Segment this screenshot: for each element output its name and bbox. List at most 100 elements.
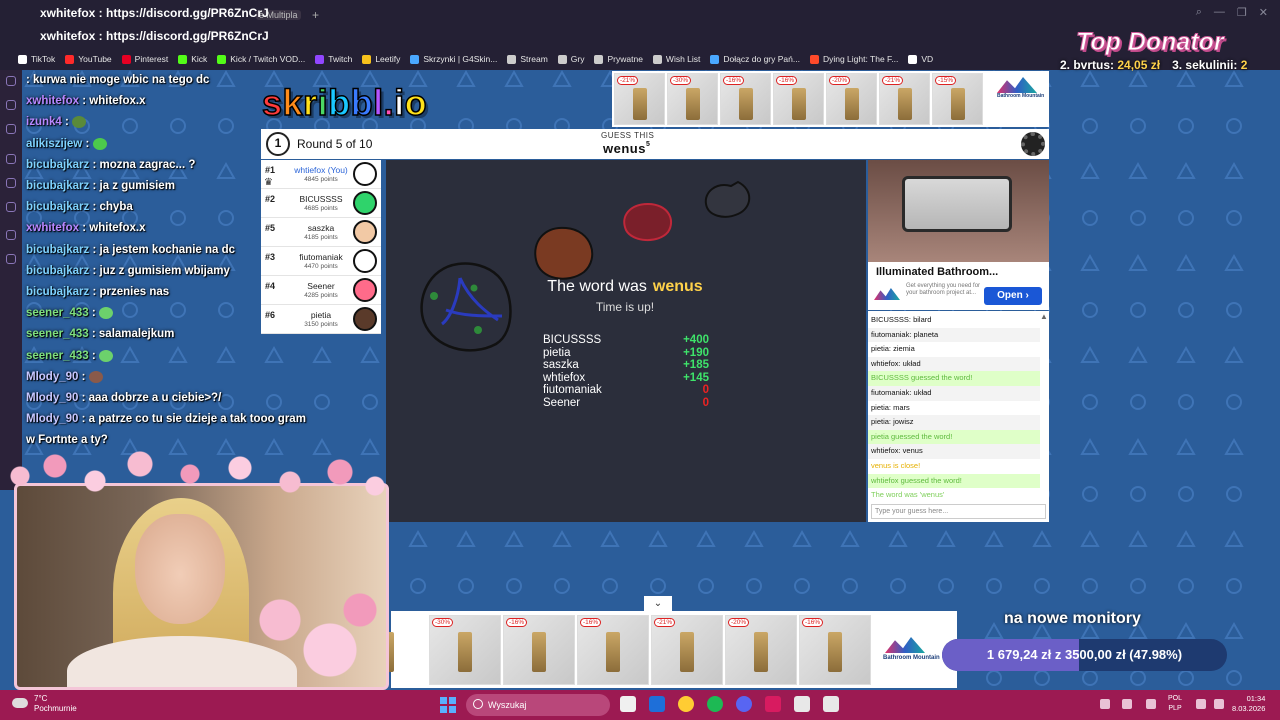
bookmark-item[interactable]: Skrzynki | G4Skin... (410, 54, 497, 64)
taskbar-app-icon[interactable] (794, 696, 810, 712)
bookmark-item[interactable]: Gry (557, 54, 585, 64)
network-tray-icon[interactable] (1122, 699, 1132, 709)
bookmark-item[interactable]: Dying Light: The F... (809, 54, 898, 64)
ad-product-tile[interactable]: -21% (651, 615, 723, 685)
result-row: whtiefox +145 (543, 372, 709, 385)
taskbar-app-icon[interactable] (765, 696, 781, 712)
ad-product-tile[interactable]: -21% (614, 73, 665, 125)
player-avatar-icon (353, 220, 377, 244)
taskbar-app-icon[interactable] (620, 696, 636, 712)
ad-product-tile[interactable]: -30% (429, 615, 501, 685)
chat-username: bicubajkarz (26, 243, 90, 256)
taskbar-app-icon[interactable] (707, 696, 723, 712)
chat-message: bicubajkarz : juz z gumisiem wbijamy (26, 261, 326, 282)
window-control-icon[interactable]: ❐ (1237, 6, 1247, 19)
bookmark-item[interactable]: Prywatne (594, 54, 643, 64)
bookmark-label: Kick / Twitch VOD... (230, 54, 306, 64)
ad-title: Illuminated Bathroom... (876, 266, 999, 278)
ad-product-tile[interactable]: -30% (667, 73, 718, 125)
guess-input[interactable]: Type your guess here... (871, 504, 1046, 519)
weather-widget[interactable]: 7°C Pochmurnie (34, 694, 77, 714)
brand-logo-icon (997, 77, 1037, 93)
sidebar-app-icon[interactable] (6, 230, 16, 240)
chat-message: : kurwa nie moge wbic na tego dc (26, 70, 326, 91)
chat-emote-icon (98, 349, 113, 362)
bookmark-item[interactable]: Pinterest (121, 54, 168, 64)
ad-product-tile[interactable]: -20% (725, 615, 797, 685)
taskbar-clock[interactable]: 01:34 8.03.2026 (1232, 694, 1265, 714)
bookmark-icon (18, 54, 27, 64)
logo-letter: b (327, 81, 351, 124)
sidebar-app-icon[interactable] (6, 100, 16, 110)
discount-badge: -16% (580, 618, 602, 627)
weather-status: Pochmurnie (34, 704, 77, 713)
mic-tray-icon[interactable] (1146, 699, 1156, 709)
sidebar-app-icon[interactable] (6, 124, 16, 134)
scroll-up-icon[interactable]: ▲ (1040, 312, 1048, 321)
ad-product-tile[interactable]: -20% (826, 73, 877, 125)
bookmark-icon (362, 54, 372, 64)
ad-right[interactable]: Illuminated Bathroom... Get everything y… (868, 160, 1049, 310)
bookmark-item[interactable]: Kick / Twitch VOD... (217, 54, 305, 64)
bookmark-label: Gry (570, 54, 585, 64)
donator-entry: 3. sekulinii: 2 (1172, 58, 1247, 72)
guess-chat-message: BICUSSSS: bilard (871, 315, 932, 324)
new-tab-button[interactable]: + (312, 8, 319, 22)
language-indicator[interactable]: POL PLP (1168, 694, 1182, 714)
taskbar-app-icon[interactable] (736, 696, 752, 712)
window-control-icon[interactable]: ⌕ (1196, 6, 1202, 19)
bookmark-item[interactable]: Wish List (652, 54, 700, 64)
bookmark-item[interactable]: Twitch (315, 54, 352, 64)
sidebar-app-icon[interactable] (6, 178, 16, 188)
result-name: pietia (543, 346, 571, 359)
result-score: +190 (683, 346, 709, 359)
ad-product-tile[interactable]: -16% (577, 615, 649, 685)
window-control-icon[interactable]: ✕ (1259, 6, 1268, 19)
ad-open-button[interactable]: Open › (984, 287, 1042, 305)
chat-username: seener_433 (26, 349, 89, 362)
taskbar-app-icon[interactable] (649, 696, 665, 712)
ad-product-tile[interactable]: -16% (720, 73, 771, 125)
ad-product-tile[interactable]: -21% (879, 73, 930, 125)
drawing-canvas[interactable]: The word was wenus Time is up! BICUSSSS +4… (386, 160, 866, 522)
bookmark-item[interactable]: Dołącz do gry Pań... (710, 54, 800, 64)
volume-tray-icon[interactable] (1214, 699, 1224, 709)
chat-message: bicubajkarz : mozna zagrac... ? (26, 155, 326, 176)
ad-product-tile[interactable]: -16% (773, 73, 824, 125)
result-name: BICUSSSS (543, 334, 602, 346)
collapse-chevron-icon[interactable]: ⌄ (644, 596, 672, 612)
windows-start-icon[interactable] (440, 697, 456, 713)
sidebar-app-icon[interactable] (6, 202, 16, 212)
taskbar-app-icon[interactable] (678, 696, 694, 712)
ad-banner-bottom[interactable]: Bathroom Mountain -30% -16% -16% -21% -20% -1… (351, 611, 957, 688)
bookmark-item[interactable]: YouTube (65, 54, 112, 64)
bookmark-item[interactable]: TikTok (18, 54, 55, 64)
guess-chat-message: whtiefox: venus (868, 444, 1040, 459)
tray-chevron-icon[interactable] (1100, 699, 1110, 709)
bookmark-item[interactable]: Kick (178, 54, 207, 64)
product-image (458, 632, 472, 672)
taskbar-app-icon[interactable] (823, 696, 839, 712)
bookmark-item[interactable]: Stream (507, 54, 548, 64)
sidebar-app-icon[interactable] (6, 254, 16, 264)
bookmark-item[interactable]: Leetify (362, 54, 400, 64)
ad-product-tile[interactable]: -15% (932, 73, 983, 125)
ad-product-tile[interactable]: -16% (503, 615, 575, 685)
bookmark-icon (652, 54, 662, 64)
taskbar-search[interactable]: Wyszukaj (466, 694, 610, 716)
left-sidebar-strip (0, 70, 22, 490)
ad-product-tile[interactable]: -16% (799, 615, 871, 685)
word-hint: wenus5 (603, 141, 650, 156)
sidebar-app-icon[interactable] (6, 154, 16, 164)
guess-chat-message: The word was 'wenus' (871, 490, 945, 500)
settings-gear-icon[interactable] (1021, 132, 1045, 156)
sidebar-app-icon[interactable] (6, 76, 16, 86)
bookmark-label: Prywatne (607, 54, 643, 64)
ad-banner-top[interactable]: Bathroom Mountain -21% -30% -16% -16% -20% -2… (612, 71, 1049, 127)
chat-username: Mlody_90 (26, 392, 79, 405)
wifi-tray-icon[interactable] (1196, 699, 1206, 709)
top-donator-title: Top Donator (1076, 28, 1225, 57)
ad-brand: Bathroom Mountain (883, 655, 940, 661)
bookmark-item[interactable]: VD (908, 54, 933, 64)
window-control-icon[interactable]: — (1214, 6, 1225, 19)
